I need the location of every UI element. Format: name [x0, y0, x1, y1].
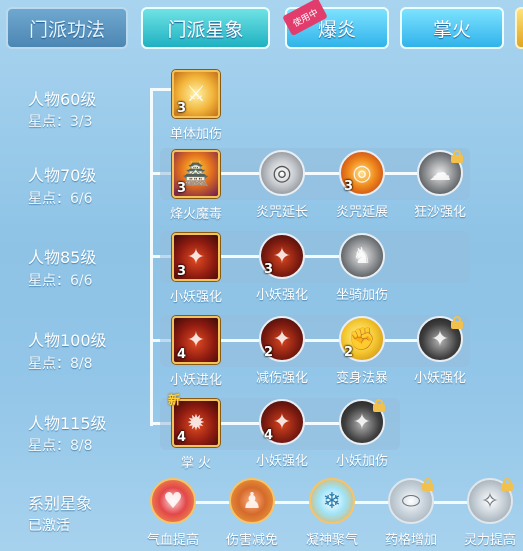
lock-icon — [451, 316, 463, 329]
node-label: 减伤强化 — [255, 371, 308, 386]
sand-storm-icon: ☁ — [417, 150, 463, 196]
node-count: 4 — [177, 430, 187, 445]
node-label: 变身法暴 — [335, 371, 388, 386]
node-label: 小妖强化 — [169, 290, 222, 305]
lock-icon — [501, 478, 513, 491]
meditation-icon: ❄ — [309, 478, 355, 524]
node-count: 2 — [344, 345, 354, 360]
tab-label: 掌火 — [432, 18, 471, 41]
demon-claw-icon: ✦ 4 — [259, 399, 305, 445]
node-count: 4 — [264, 428, 274, 443]
node-label: 气血提高 — [146, 533, 199, 548]
skill-node[interactable]: ✦ 4 小妖进化 — [156, 316, 236, 388]
node-count: 3 — [177, 181, 187, 196]
lock-icon — [373, 399, 385, 412]
star-points: 星点：6/6 — [28, 191, 93, 207]
node-count: 3 — [177, 101, 187, 116]
heart-icon: ♥ — [150, 478, 196, 524]
level-label: 人物100级 — [28, 331, 107, 350]
skill-node[interactable]: ✊ 2 变身法暴 — [322, 316, 402, 386]
node-count: 3 — [177, 264, 187, 279]
skill-node[interactable]: ✦ 3 小妖强化 — [242, 233, 322, 303]
node-label: 灵力提高 — [463, 533, 516, 548]
skill-node[interactable]: 🏯 3 烽火魔毒 — [156, 150, 236, 222]
skill-node[interactable]: ♞ 坐骑加伤 — [322, 233, 402, 303]
level-label: 人物115级 — [28, 414, 107, 433]
skill-node[interactable]: ✦ 小妖加伤 — [322, 399, 402, 469]
skill-node[interactable]: ◎ 3 炎咒延展 — [322, 150, 402, 220]
tab-label: 门派星象 — [167, 18, 244, 41]
tab-explosive-flame[interactable]: 使用中 爆炎 — [282, 0, 389, 49]
series-node[interactable]: ❄ 凝神聚气 — [292, 478, 372, 548]
series-status: 已激活 — [28, 518, 70, 534]
dark-claw-icon: ✦ — [417, 316, 463, 362]
level-label: 人物85级 — [28, 248, 97, 267]
node-count: 3 — [344, 179, 354, 194]
series-title: 系别星象 — [28, 494, 93, 513]
series-node[interactable]: ♥ 气血提高 — [133, 478, 213, 548]
node-label: 狂沙强化 — [413, 205, 466, 220]
star-points: 星点：3/3 — [28, 114, 93, 130]
tab-sect-skills[interactable]: 门派功法 — [6, 7, 128, 49]
fire-rune-icon: ◎ 3 — [339, 150, 385, 196]
skill-node[interactable]: ✦ 3 小妖强化 — [156, 233, 236, 305]
node-label: 掌 火 — [180, 456, 212, 471]
tab-sect-stars[interactable]: 门派星象 — [141, 7, 270, 49]
node-label: 凝神聚气 — [305, 533, 358, 548]
node-count: 2 — [264, 345, 274, 360]
demon-claw-icon: ✦ 2 — [259, 316, 305, 362]
dark-claw-icon: ✦ — [339, 399, 385, 445]
new-tag: 新 — [168, 393, 181, 407]
body-icon: ♟ — [229, 478, 275, 524]
fire-tower-icon: 🏯 3 — [172, 150, 220, 198]
node-label: 烽火魔毒 — [169, 207, 222, 222]
demon-claw-icon: ✦ 3 — [172, 233, 220, 281]
series-node[interactable]: ✧ 灵力提高 — [450, 478, 523, 548]
node-label: 炎咒延长 — [255, 205, 308, 220]
node-label: 小妖进化 — [169, 373, 222, 388]
star-points: 星点：8/8 — [28, 438, 93, 454]
node-label: 小妖强化 — [255, 454, 308, 469]
node-label: 小妖强化 — [413, 371, 466, 386]
slash-icon: ⚔ 3 — [172, 70, 220, 118]
node-label: 小妖强化 — [255, 288, 308, 303]
node-label: 单体加伤 — [169, 127, 222, 142]
tab-palm-fire[interactable]: 掌火 — [400, 7, 504, 49]
silver-rune-icon: ◎ — [259, 150, 305, 196]
series-node[interactable]: ♟ 伤害减免 — [212, 478, 292, 548]
level-label: 人物60级 — [28, 90, 97, 109]
tab-partial[interactable] — [515, 7, 523, 49]
fire-demon-icon: ✹ 新 4 — [168, 393, 220, 447]
series-node[interactable]: ⬭ 药格增加 — [371, 478, 451, 548]
node-label: 坐骑加伤 — [335, 288, 388, 303]
node-label: 药格增加 — [384, 533, 437, 548]
tab-bar: 门派功法 门派星象 使用中 爆炎 掌火 — [0, 0, 523, 58]
star-points: 星点：6/6 — [28, 273, 93, 289]
skill-node[interactable]: ✹ 新 4 掌 火 — [156, 393, 236, 471]
skill-node[interactable]: ✦ 小妖强化 — [400, 316, 480, 386]
node-label: 炎咒延展 — [335, 205, 388, 220]
level-label: 人物70级 — [28, 166, 97, 185]
node-count: 4 — [177, 347, 187, 362]
node-label: 小妖加伤 — [335, 454, 388, 469]
tab-label: 门派功法 — [28, 18, 105, 41]
lock-icon — [422, 478, 434, 491]
mount-icon: ♞ — [339, 233, 385, 279]
skill-node[interactable]: ✦ 4 小妖强化 — [242, 399, 322, 469]
star-points: 星点：8/8 — [28, 356, 93, 372]
skill-node[interactable]: ⚔ 3 单体加伤 — [156, 70, 236, 142]
skill-node[interactable]: ◎ 炎咒延长 — [242, 150, 322, 220]
skill-node[interactable]: ✦ 2 减伤强化 — [242, 316, 322, 386]
skill-node[interactable]: ☁ 狂沙强化 — [400, 150, 480, 220]
demon-claw-icon: ✦ 4 — [172, 316, 220, 364]
golden-fist-icon: ✊ 2 — [339, 316, 385, 362]
node-label: 伤害减免 — [225, 533, 278, 548]
demon-claw-icon: ✦ 3 — [259, 233, 305, 279]
node-count: 3 — [264, 262, 274, 277]
spirit-icon: ✧ — [467, 478, 513, 524]
lock-icon — [451, 150, 463, 163]
pill-icon: ⬭ — [388, 478, 434, 524]
